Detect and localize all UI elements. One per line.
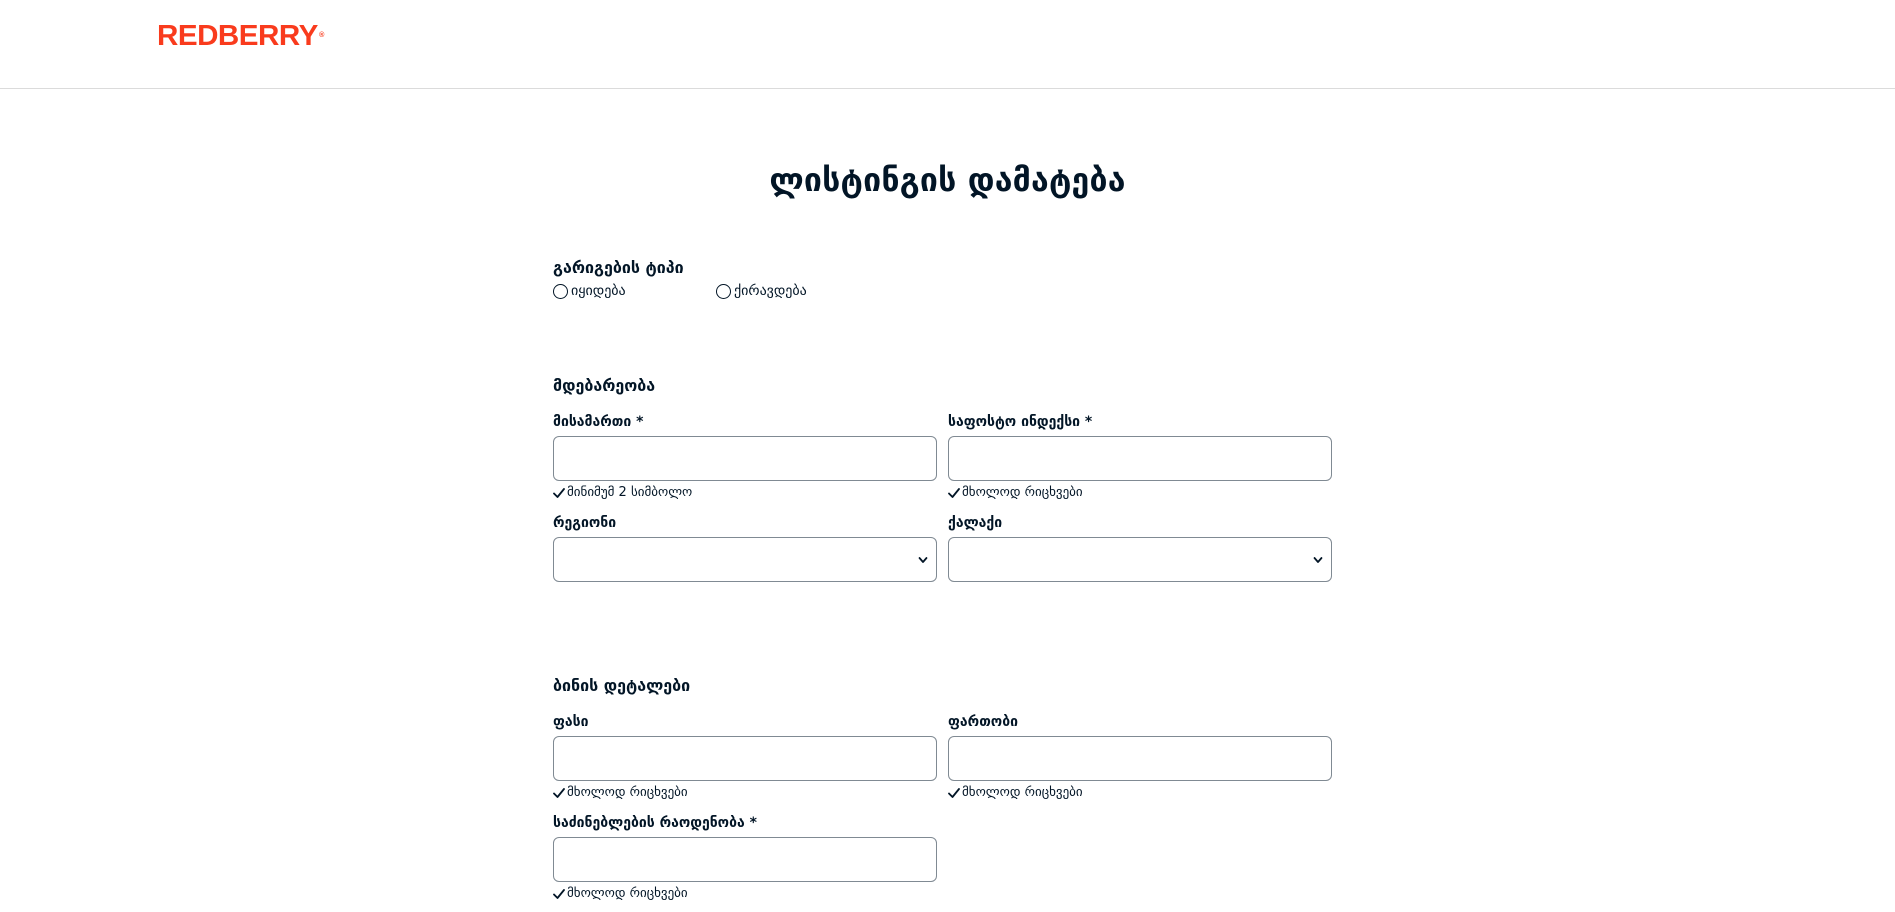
radio-unchecked-icon[interactable]: [553, 283, 568, 299]
chevron-down-icon: [918, 557, 928, 563]
bedrooms-hint: მხოლოდ რიცხვები: [553, 886, 688, 902]
postal-code-hint-text: მხოლოდ რიცხვები: [962, 485, 1083, 500]
city-label: ქალაქი: [948, 515, 1003, 531]
site-header: REDBERRY ®: [0, 0, 1895, 89]
price-hint: მხოლოდ რიცხვები: [553, 785, 688, 801]
apartment-details-title: ბინის დეტალები: [553, 676, 691, 695]
radio-label-rent: ქირავდება: [734, 283, 807, 299]
bedrooms-label: საძინებლების რაოდენობა *: [553, 815, 757, 831]
radio-option-rent[interactable]: ქირავდება: [716, 282, 807, 300]
page-title: ლისტინგის დამატება: [769, 161, 1126, 199]
radio-option-sale[interactable]: იყიდება: [553, 282, 626, 300]
city-select[interactable]: [948, 537, 1332, 582]
area-hint-text: მხოლოდ რიცხვები: [962, 785, 1083, 800]
area-input[interactable]: [948, 736, 1332, 781]
price-input[interactable]: [553, 736, 937, 781]
deal-type-radio-group: იყიდება ქირავდება: [553, 282, 953, 300]
check-icon: [553, 889, 565, 899]
postal-code-hint: მხოლოდ რიცხვები: [948, 485, 1083, 501]
region-label: რეგიონი: [553, 515, 617, 531]
address-input[interactable]: [553, 436, 937, 481]
check-icon: [948, 488, 960, 498]
check-icon: [553, 488, 565, 498]
chevron-down-icon: [1313, 557, 1323, 563]
logo-text: REDBERRY: [157, 20, 318, 52]
postal-code-input[interactable]: [948, 436, 1332, 481]
check-icon: [948, 788, 960, 798]
radio-label-sale: იყიდება: [571, 283, 626, 299]
area-label: ფართობი: [948, 714, 1018, 730]
radio-unchecked-icon[interactable]: [716, 283, 731, 299]
redberry-logo[interactable]: REDBERRY ®: [157, 20, 324, 52]
price-hint-text: მხოლოდ რიცხვები: [567, 785, 688, 800]
deal-type-title: გარიგების ტიპი: [553, 258, 684, 277]
address-hint-text: მინიმუმ 2 სიმბოლო: [567, 485, 693, 500]
area-hint: მხოლოდ რიცხვები: [948, 785, 1083, 801]
region-select[interactable]: [553, 537, 937, 582]
bedrooms-hint-text: მხოლოდ რიცხვები: [567, 886, 688, 901]
logo-trademark: ®: [319, 32, 324, 39]
check-icon: [553, 788, 565, 798]
address-hint: მინიმუმ 2 სიმბოლო: [553, 485, 692, 501]
postal-code-label: საფოსტო ინდექსი *: [948, 414, 1093, 430]
bedrooms-input[interactable]: [553, 837, 937, 882]
address-label: მისამართი *: [553, 414, 644, 430]
location-title: მდებარეობა: [553, 376, 656, 395]
price-label: ფასი: [553, 714, 589, 730]
